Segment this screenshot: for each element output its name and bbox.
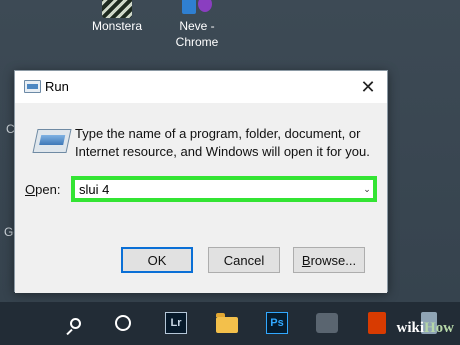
dialog-description: Type the name of a program, folder, docu…: [75, 126, 370, 159]
search-icon[interactable]: [64, 312, 86, 334]
open-label-text: pen:: [35, 182, 61, 197]
title-bar[interactable]: Run ✕: [15, 71, 387, 103]
desktop-icon-label: Monstera: [91, 19, 143, 33]
dialog-title: Run: [45, 79, 69, 94]
image-file-icon: [102, 0, 132, 18]
lightroom-icon-text: Lr: [165, 312, 187, 334]
chrome-shortcut-icon: [182, 0, 212, 18]
browse-label: rowse...: [310, 252, 357, 268]
run-icon: [24, 80, 41, 93]
open-label: Open:: [25, 182, 60, 197]
chevron-down-icon[interactable]: ⌄: [361, 180, 373, 198]
button-area: OK Cancel Browse...: [15, 229, 387, 293]
open-input[interactable]: [75, 180, 361, 198]
lightroom-icon[interactable]: Lr: [165, 312, 187, 334]
office-icon[interactable]: [366, 312, 388, 334]
ok-button[interactable]: OK: [121, 247, 193, 273]
browse-accelerator: B: [301, 252, 311, 268]
desktop-icon-neve-chrome[interactable]: Neve - Chrome: [162, 0, 232, 50]
desktop-icon-label: Neve - Chrome: [175, 19, 219, 49]
watermark-prefix: wiki: [396, 320, 424, 336]
browse-button[interactable]: Browse...: [293, 247, 365, 273]
wikihow-watermark: wikiHow: [396, 320, 454, 337]
run-dialog: Run ✕ Type the name of a program, folder…: [14, 70, 388, 293]
cortana-icon[interactable]: [112, 312, 134, 334]
drive-icon[interactable]: [316, 312, 338, 334]
photoshop-icon[interactable]: Ps: [266, 312, 288, 334]
watermark-suffix: How: [424, 320, 454, 336]
taskbar: Lr Ps: [0, 302, 460, 345]
desktop-icon-monstera[interactable]: Monstera: [82, 0, 152, 34]
start-icon[interactable]: [14, 313, 34, 333]
run-program-icon: [32, 129, 72, 153]
file-explorer-icon[interactable]: [216, 312, 238, 334]
open-label-accelerator: O: [25, 182, 36, 197]
photoshop-icon-text: Ps: [266, 312, 288, 334]
open-combobox[interactable]: ⌄: [71, 176, 377, 202]
cancel-button[interactable]: Cancel: [208, 247, 280, 273]
close-button[interactable]: ✕: [355, 75, 381, 99]
